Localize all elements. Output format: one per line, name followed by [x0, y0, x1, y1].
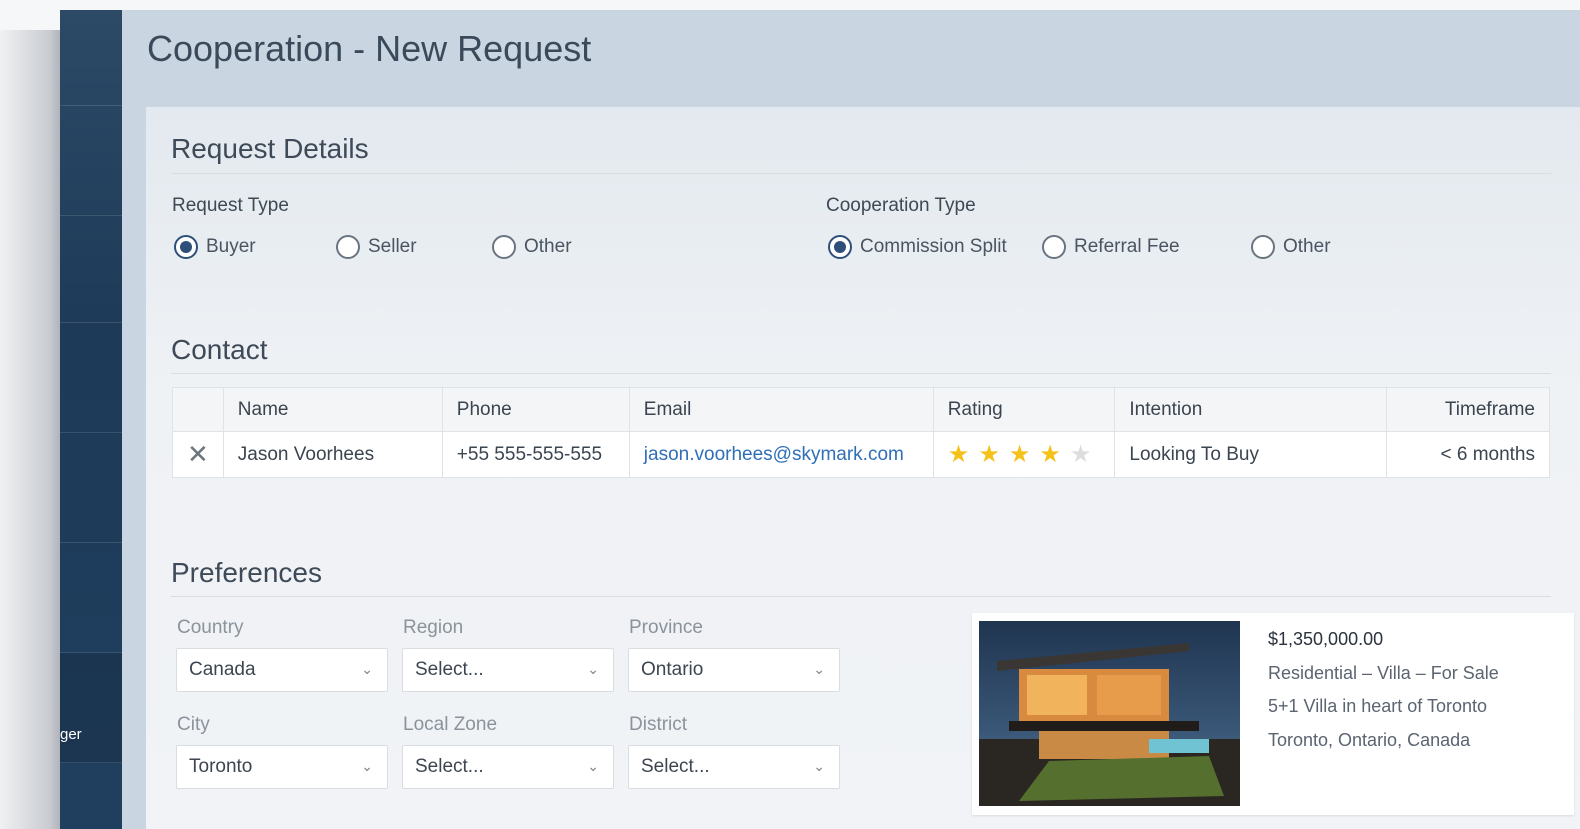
select-value: Select...	[641, 756, 710, 777]
remove-column-header	[172, 387, 224, 432]
table-row: ✕ Jason Voorhees +55 555-555-555 jason.v…	[172, 431, 1550, 478]
contact-table: Name Phone Email Rating Intention Timefr…	[172, 387, 1550, 478]
sidebar-item[interactable]	[60, 216, 122, 323]
radio-label: Commission Split	[860, 236, 1007, 257]
select-value: Ontario	[641, 659, 704, 680]
radio-label: Other	[1283, 236, 1331, 257]
chevron-down-icon: ⌄	[813, 661, 825, 677]
district-label: District	[629, 714, 688, 735]
contact-rating: ★ ★ ★ ★ ★	[932, 431, 1116, 478]
radio-label: Referral Fee	[1074, 236, 1180, 257]
city-select[interactable]: Toronto ⌄	[176, 745, 388, 789]
divider	[171, 173, 1551, 174]
form-panel: Request Details Request Type Buyer Selle…	[146, 107, 1580, 829]
cooperation-type-label: Cooperation Type	[826, 195, 976, 216]
radio-label: Seller	[368, 236, 417, 257]
select-value: Select...	[415, 659, 484, 680]
contact-phone: +55 555-555-555	[441, 431, 630, 478]
radio-icon	[492, 235, 516, 259]
local-zone-select[interactable]: Select... ⌄	[402, 745, 614, 789]
cooperation-commission-split-radio[interactable]: Commission Split	[828, 235, 1007, 259]
province-select[interactable]: Ontario ⌄	[628, 648, 840, 692]
request-type-seller-radio[interactable]: Seller	[336, 235, 417, 259]
close-icon: ✕	[187, 439, 209, 469]
radio-icon	[1251, 235, 1275, 259]
star-empty-icon: ★	[1069, 441, 1092, 468]
divider	[171, 373, 1551, 374]
sidebar-item[interactable]	[60, 106, 122, 216]
select-value: Canada	[189, 659, 256, 680]
district-select[interactable]: Select... ⌄	[628, 745, 840, 789]
star-filled-icon: ★	[947, 441, 970, 468]
column-header-intention[interactable]: Intention	[1114, 387, 1388, 432]
contact-email-link[interactable]: jason.voorhees@skymark.com	[628, 431, 934, 478]
sidebar-item[interactable]	[60, 10, 122, 106]
listing-price: $1,350,000.00	[1268, 629, 1384, 649]
sidebar-item[interactable]	[60, 543, 122, 653]
sidebar-item[interactable]	[60, 323, 122, 433]
column-header-name[interactable]: Name	[222, 387, 443, 432]
table-header-row: Name Phone Email Rating Intention Timefr…	[172, 387, 1550, 432]
listing-category: Residential – Villa – For Sale	[1268, 663, 1499, 683]
contact-heading: Contact	[171, 334, 268, 365]
request-details-heading: Request Details	[171, 133, 369, 164]
radio-label: Other	[524, 236, 572, 257]
country-select[interactable]: Canada ⌄	[176, 648, 388, 692]
divider	[171, 596, 1551, 597]
page-title: Cooperation - New Request	[147, 28, 592, 69]
star-filled-icon: ★	[1008, 441, 1031, 468]
city-label: City	[177, 714, 210, 735]
region-label: Region	[403, 617, 464, 638]
sidebar: ger	[60, 10, 122, 829]
sidebar-item-label: ger	[60, 726, 82, 743]
star-filled-icon: ★	[1039, 441, 1061, 468]
region-select[interactable]: Select... ⌄	[402, 648, 614, 692]
cooperation-other-radio[interactable]: Other	[1251, 235, 1331, 259]
contact-name: Jason Voorhees	[222, 431, 443, 478]
radio-label: Buyer	[206, 236, 256, 257]
chevron-down-icon: ⌄	[813, 758, 825, 774]
chevron-down-icon: ⌄	[587, 661, 599, 677]
radio-selected-icon	[828, 235, 852, 259]
local-zone-label: Local Zone	[403, 714, 498, 735]
province-label: Province	[629, 617, 703, 638]
chevron-down-icon: ⌄	[361, 758, 373, 774]
remove-contact-button[interactable]: ✕	[172, 431, 224, 478]
contact-timeframe: < 6 months	[1386, 431, 1550, 478]
listing-photo	[979, 621, 1240, 806]
select-value: Select...	[415, 756, 484, 777]
column-header-email[interactable]: Email	[628, 387, 934, 432]
request-type-other-radio[interactable]: Other	[492, 235, 572, 259]
select-value: Toronto	[189, 756, 253, 777]
sidebar-item[interactable]	[60, 433, 122, 543]
cooperation-referral-fee-radio[interactable]: Referral Fee	[1042, 235, 1180, 259]
listing-location: Toronto, Ontario, Canada	[1268, 730, 1471, 750]
contact-intention: Looking To Buy	[1114, 431, 1388, 478]
column-header-phone[interactable]: Phone	[441, 387, 630, 432]
main-window: Cooperation - New Request Request Detail…	[122, 10, 1580, 829]
column-header-timeframe[interactable]: Timeframe	[1386, 387, 1550, 432]
listing-card[interactable]: $1,350,000.00 Residential – Villa – For …	[972, 613, 1574, 815]
request-type-buyer-radio[interactable]: Buyer	[174, 235, 256, 259]
listing-description: 5+1 Villa in heart of Toronto	[1268, 696, 1487, 716]
country-label: Country	[177, 617, 244, 638]
radio-icon	[336, 235, 360, 259]
sidebar-item-active[interactable]	[60, 653, 122, 763]
preferences-heading: Preferences	[171, 557, 322, 588]
radio-selected-icon	[174, 235, 198, 259]
request-type-label: Request Type	[172, 195, 289, 216]
chevron-down-icon: ⌄	[587, 758, 599, 774]
column-header-rating[interactable]: Rating	[932, 387, 1116, 432]
radio-icon	[1042, 235, 1066, 259]
star-filled-icon: ★	[978, 441, 1000, 468]
villa-photo-illustration	[979, 621, 1240, 806]
chevron-down-icon: ⌄	[361, 661, 373, 677]
